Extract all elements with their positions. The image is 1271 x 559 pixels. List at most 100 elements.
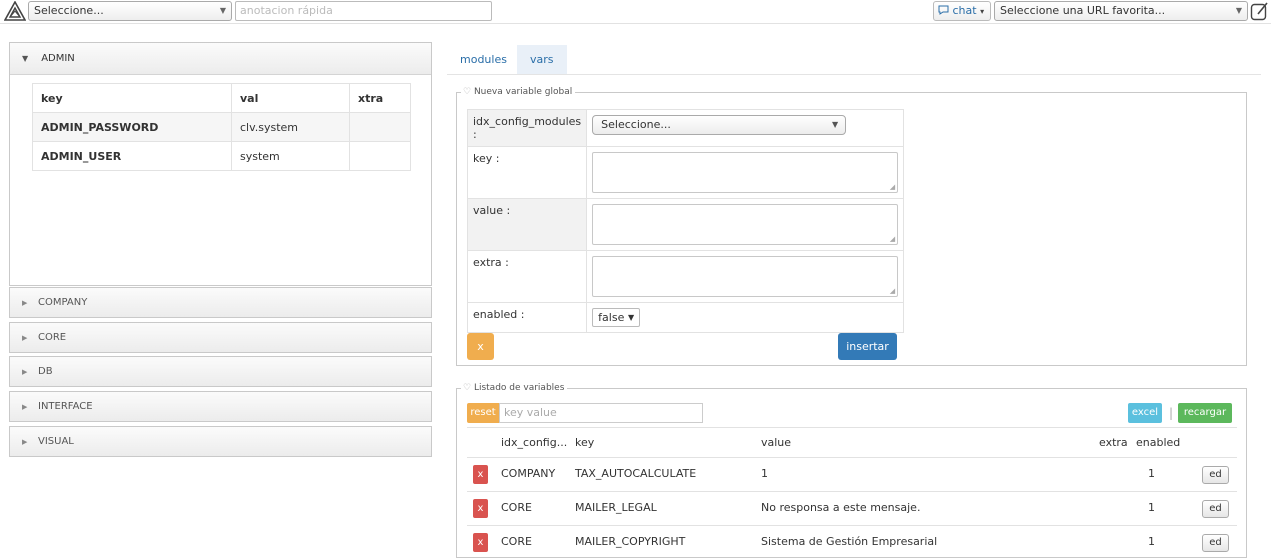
cell-key: MAILER_LEGAL: [575, 501, 657, 514]
cell-val: system: [231, 141, 350, 171]
triangle-right-icon: ▶: [22, 334, 28, 342]
cell-value: No responsa a este mensaje.: [761, 501, 921, 514]
accordion-title: COMPANY: [38, 297, 88, 308]
list-row: x CORE MAILER_COPYRIGHT Sistema de Gesti…: [467, 525, 1237, 559]
column-header-module: idx_config...: [501, 436, 568, 449]
column-header-xtra: xtra: [349, 83, 411, 113]
insert-button[interactable]: insertar: [838, 333, 897, 360]
cell-val: clv.system: [231, 112, 350, 142]
list-header-row: idx_config... key value extra enabled: [467, 427, 1237, 457]
cell-value: 1: [761, 467, 768, 480]
tab-modules[interactable]: modules: [447, 45, 520, 74]
accordion-header-core[interactable]: ▶ CORE: [9, 322, 432, 353]
chevron-down-icon: ▼: [1235, 6, 1242, 15]
accordion-section-admin: ▼ ADMIN key val xtra ADMIN_PASSWORD clv.…: [9, 42, 432, 286]
variable-list-fieldset: ♡ Listado de variables reset key value e…: [456, 382, 1247, 559]
cell-enabled: 1: [1148, 467, 1155, 480]
table-row: ADMIN_USER system: [32, 141, 411, 171]
resize-grip-icon[interactable]: ◢: [890, 183, 895, 191]
module-field-value: Seleccione...: [601, 118, 671, 131]
cell-xtra: [349, 112, 411, 142]
accordion-header-db[interactable]: ▶ DB: [9, 356, 432, 387]
tab-vars[interactable]: vars: [517, 45, 567, 74]
heart-icon: ♡: [463, 87, 472, 97]
cancel-button[interactable]: x: [467, 333, 494, 360]
reload-button[interactable]: recargar: [1178, 403, 1232, 423]
edit-note-icon[interactable]: [1250, 1, 1269, 21]
cell-value: Sistema de Gestión Empresarial: [761, 535, 938, 548]
accordion-header-company[interactable]: ▶ COMPANY: [9, 287, 432, 318]
delete-button[interactable]: x: [473, 499, 488, 518]
triangle-right-icon: ▶: [22, 438, 28, 446]
list-row: x CORE MAILER_LEGAL No responsa a este m…: [467, 491, 1237, 525]
column-header-key: key: [575, 436, 595, 449]
edit-button[interactable]: ed: [1202, 534, 1229, 552]
chevron-down-icon: ▼: [832, 120, 839, 129]
caret-down-icon: ▾: [980, 7, 985, 16]
key-textarea[interactable]: ◢: [592, 152, 899, 193]
chat-button[interactable]: chat ▾: [933, 1, 991, 21]
accordion-header-visual[interactable]: ▶ VISUAL: [9, 426, 432, 457]
resize-grip-icon[interactable]: ◢: [890, 287, 895, 295]
enabled-field-label: enabled :: [466, 302, 588, 333]
edit-button[interactable]: ed: [1202, 466, 1229, 484]
chevron-down-icon: ▼: [219, 6, 226, 15]
column-header-key: key: [32, 83, 232, 113]
heart-icon: ♡: [463, 383, 472, 393]
triangle-right-icon: ▶: [22, 299, 28, 307]
accordion-title: ADMIN: [41, 53, 75, 64]
triangle-right-icon: ▶: [22, 403, 28, 411]
triangle-down-icon: ▼: [22, 54, 29, 63]
accordion-header-admin[interactable]: ▼ ADMIN: [10, 43, 431, 75]
column-header-extra: extra: [1099, 436, 1128, 449]
value-textarea[interactable]: ◢: [592, 204, 899, 245]
new-variable-form: idx_config_modules : Seleccione... ▼ key…: [466, 109, 905, 333]
delete-button[interactable]: x: [473, 533, 488, 552]
accordion-title: DB: [38, 366, 53, 377]
cell-xtra: [349, 141, 411, 171]
enabled-value: false: [598, 311, 625, 324]
resize-grip-icon[interactable]: ◢: [890, 235, 895, 243]
legend-text: Nueva variable global: [473, 87, 573, 97]
new-variable-legend: ♡ Nueva variable global: [461, 86, 576, 98]
cell-module: CORE: [501, 501, 532, 514]
cell-key: TAX_AUTOCALCULATE: [575, 467, 697, 480]
chat-bubble-icon: [938, 5, 949, 15]
chat-label: chat: [952, 4, 977, 17]
extra-textarea[interactable]: ◢: [592, 256, 899, 297]
accordion-header-interface[interactable]: ▶ INTERFACE: [9, 391, 432, 422]
favorite-url-select[interactable]: Seleccione una URL favorita... ▼: [994, 1, 1248, 21]
filter-input[interactable]: key value: [499, 403, 703, 423]
new-variable-fieldset: ♡ Nueva variable global idx_config_modul…: [456, 86, 1247, 366]
enabled-select[interactable]: false ▼: [592, 308, 641, 327]
cell-module: COMPANY: [501, 467, 556, 480]
cell-enabled: 1: [1148, 535, 1155, 548]
triangle-right-icon: ▶: [22, 368, 28, 376]
favorite-url-value: Seleccione una URL favorita...: [1000, 4, 1166, 17]
cell-enabled: 1: [1148, 501, 1155, 514]
quick-note-input[interactable]: anotacion rápida: [235, 1, 492, 21]
app-logo-icon[interactable]: [4, 1, 26, 21]
accordion-title: CORE: [38, 332, 67, 343]
edit-button[interactable]: ed: [1202, 500, 1229, 518]
list-row: x COMPANY TAX_AUTOCALCULATE 1 1 ed: [467, 457, 1237, 491]
table-row: ADMIN_PASSWORD clv.system: [32, 112, 411, 142]
button-separator: |: [1169, 406, 1174, 420]
delete-button[interactable]: x: [473, 465, 488, 484]
legend-text: Listado de variables: [473, 383, 565, 393]
accordion-title: VISUAL: [38, 436, 74, 447]
cell-key: ADMIN_USER: [32, 141, 232, 171]
excel-button[interactable]: excel: [1128, 403, 1162, 423]
module-select[interactable]: Seleccione... ▼: [28, 1, 232, 21]
variable-list-legend: ♡ Listado de variables: [461, 382, 568, 394]
module-field-label: idx_config_modules :: [466, 109, 588, 147]
column-header-value: value: [761, 436, 792, 449]
module-select-value: Seleccione...: [34, 4, 104, 17]
admin-vars-table: key val xtra ADMIN_PASSWORD clv.system A…: [32, 83, 411, 171]
extra-field-label: extra :: [466, 250, 588, 303]
key-field-label: key :: [466, 146, 588, 199]
reset-button[interactable]: reset: [467, 403, 499, 423]
accordion-title: INTERFACE: [38, 401, 93, 412]
module-field-select[interactable]: Seleccione... ▼: [592, 115, 847, 135]
tab-divider: [447, 74, 1261, 75]
